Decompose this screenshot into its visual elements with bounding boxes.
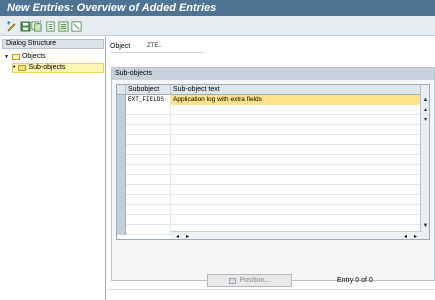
- title-bar: New Entries: Overview of Added Entries: [0, 0, 435, 16]
- dialog-structure-panel: Dialog Structure ▼ Objects • Sub-objects: [0, 37, 106, 300]
- dialog-structure-header: Dialog Structure: [2, 39, 104, 49]
- main-content: Object ZTE.. Sub-objects Subobject Sub-o…: [107, 37, 435, 300]
- table-row[interactable]: [126, 195, 422, 205]
- scroll-left-icon[interactable]: ◂: [173, 232, 182, 239]
- table-row[interactable]: [126, 205, 422, 215]
- scroll-top-icon[interactable]: ▲: [421, 95, 429, 104]
- scroll-bottom-icon[interactable]: ▼: [421, 221, 429, 230]
- application-toolbar: [0, 16, 435, 36]
- cell-subobject-text[interactable]: [171, 165, 422, 175]
- vertical-scrollbar[interactable]: ▲ ▴ ▾ ▼: [420, 85, 429, 239]
- select-all-rows-cell[interactable]: [117, 85, 126, 95]
- sub-objects-group: Sub-objects Subobject Sub-object text EX…: [111, 67, 435, 281]
- row-selector[interactable]: [117, 215, 126, 225]
- position-button[interactable]: Position...: [207, 274, 292, 287]
- tree-item-sub-objects[interactable]: • Sub-objects: [12, 63, 104, 73]
- cell-subobject-text[interactable]: [171, 105, 422, 115]
- table-row[interactable]: [126, 185, 422, 195]
- cell-subobject[interactable]: [126, 115, 171, 125]
- horizontal-scrollbar[interactable]: ◂ ▸ ◂ ▸: [171, 231, 422, 239]
- row-selector[interactable]: [117, 125, 126, 135]
- row-selector[interactable]: [117, 195, 126, 205]
- column-header-subobject-text[interactable]: Sub-object text: [171, 85, 422, 95]
- cell-subobject[interactable]: [126, 225, 171, 235]
- position-icon: [228, 277, 236, 284]
- row-selector[interactable]: [117, 135, 126, 145]
- table-row[interactable]: [126, 145, 422, 155]
- folder-open-icon: [11, 54, 20, 60]
- scroll-down-icon[interactable]: ▾: [421, 115, 429, 124]
- tree-item-label: Sub-objects: [28, 64, 66, 71]
- sub-objects-group-title: Sub-objects: [112, 68, 434, 80]
- object-value: ZTE..: [147, 43, 162, 49]
- table-row[interactable]: [126, 125, 422, 135]
- scroll-left-end-icon[interactable]: ◂: [401, 232, 410, 239]
- table-row[interactable]: [126, 215, 422, 225]
- scroll-right-icon[interactable]: ▸: [183, 232, 192, 239]
- expand-triangle-icon[interactable]: ▼: [4, 52, 9, 62]
- bottom-divider: [107, 289, 435, 290]
- table-row[interactable]: [126, 115, 422, 125]
- row-selector[interactable]: [117, 175, 126, 185]
- cell-subobject-text[interactable]: [171, 115, 422, 125]
- object-label: Object: [110, 43, 131, 50]
- scroll-up-icon[interactable]: ▴: [421, 105, 429, 114]
- table-row[interactable]: [126, 155, 422, 165]
- cell-subobject[interactable]: [126, 175, 171, 185]
- cell-subobject[interactable]: [126, 155, 171, 165]
- row-selector[interactable]: [117, 105, 126, 115]
- table-row[interactable]: [126, 105, 422, 115]
- cell-subobject-text[interactable]: [171, 135, 422, 145]
- cell-subobject[interactable]: [126, 125, 171, 135]
- folder-icon: [18, 65, 27, 71]
- cell-subobject[interactable]: EXT_FIELDS: [126, 95, 171, 105]
- row-selector[interactable]: [117, 95, 126, 105]
- change-display-icon[interactable]: [5, 20, 17, 32]
- table-row[interactable]: EXT_FIELDS Application log with extra fie…: [126, 95, 422, 105]
- row-selector[interactable]: [117, 185, 126, 195]
- toolbar-separator: [40, 20, 41, 32]
- cell-subobject[interactable]: [126, 205, 171, 215]
- scroll-right-end-icon[interactable]: ▸: [411, 232, 420, 239]
- table-row[interactable]: [126, 165, 422, 175]
- entry-counter: Entry 0 of 0: [337, 277, 373, 284]
- cell-subobject[interactable]: [126, 135, 171, 145]
- cell-subobject[interactable]: [126, 145, 171, 155]
- delete-icon[interactable]: [44, 20, 56, 32]
- cell-subobject-text[interactable]: [171, 185, 422, 195]
- cell-subobject[interactable]: [126, 215, 171, 225]
- object-divider: [110, 52, 205, 53]
- cell-subobject[interactable]: [126, 185, 171, 195]
- deselect-all-icon[interactable]: [70, 20, 82, 32]
- table-header: Subobject Sub-object text: [117, 85, 429, 95]
- row-selector[interactable]: [117, 165, 126, 175]
- row-selector[interactable]: [117, 155, 126, 165]
- select-all-icon[interactable]: [57, 20, 69, 32]
- cell-subobject[interactable]: [126, 165, 171, 175]
- table-row[interactable]: [126, 135, 422, 145]
- cell-subobject-text[interactable]: Application log with extra fields: [171, 95, 422, 105]
- cell-subobject-text[interactable]: [171, 145, 422, 155]
- row-selector[interactable]: [117, 115, 126, 125]
- cell-subobject-text[interactable]: [171, 155, 422, 165]
- column-header-subobject[interactable]: Subobject: [126, 85, 171, 95]
- cell-subobject-text[interactable]: [171, 215, 422, 225]
- cell-subobject-text[interactable]: [171, 205, 422, 215]
- row-selector[interactable]: [117, 225, 126, 235]
- position-button-label: Position...: [239, 277, 271, 284]
- tree-item-label: Objects: [21, 53, 46, 60]
- cell-subobject-text[interactable]: [171, 125, 422, 135]
- cell-subobject[interactable]: [126, 105, 171, 115]
- page-title: New Entries: Overview of Added Entries: [7, 2, 217, 14]
- tree-bullet-icon: •: [13, 64, 16, 71]
- row-selector[interactable]: [117, 205, 126, 215]
- cell-subobject[interactable]: [126, 195, 171, 205]
- cell-subobject-text[interactable]: [171, 175, 422, 185]
- cell-subobject-text[interactable]: [171, 195, 422, 205]
- table-row[interactable]: [126, 175, 422, 185]
- tree-item-objects[interactable]: ▼ Objects: [4, 52, 46, 62]
- row-selector[interactable]: [117, 145, 126, 155]
- sub-objects-table: Subobject Sub-object text EXT_FIELDS Appl…: [116, 84, 430, 240]
